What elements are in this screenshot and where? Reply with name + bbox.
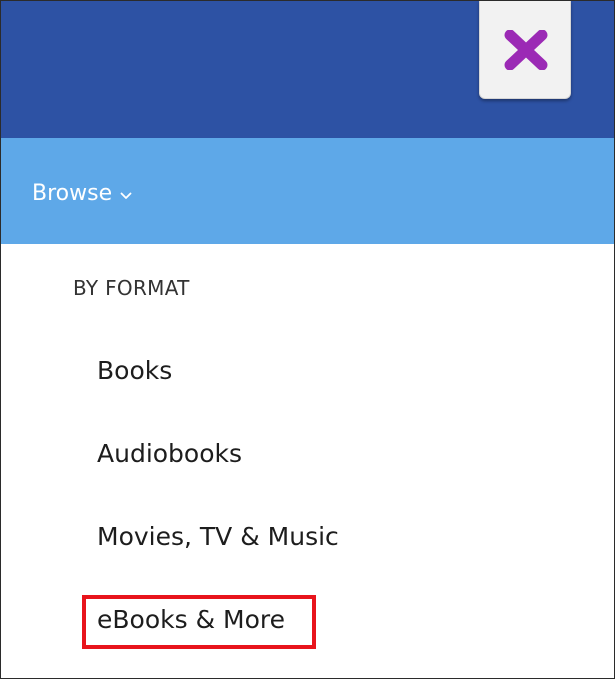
- mobile-menu-frame: Browse BY FORMAT Books Audiobooks Movies…: [0, 0, 615, 679]
- chevron-down-icon: [120, 181, 132, 206]
- browse-label: Browse: [32, 180, 113, 206]
- close-x-icon: [504, 30, 548, 70]
- top-header-bar: [1, 1, 614, 138]
- browse-dropdown-toggle[interactable]: Browse: [32, 177, 132, 209]
- close-menu-button[interactable]: [479, 1, 571, 99]
- menu-item-books[interactable]: Books: [97, 356, 172, 385]
- by-format-heading: BY FORMAT: [73, 276, 190, 300]
- menu-item-audiobooks[interactable]: Audiobooks: [97, 439, 242, 468]
- highlight-annotation-box: [82, 595, 316, 649]
- menu-item-movies-tv-music[interactable]: Movies, TV & Music: [97, 522, 339, 551]
